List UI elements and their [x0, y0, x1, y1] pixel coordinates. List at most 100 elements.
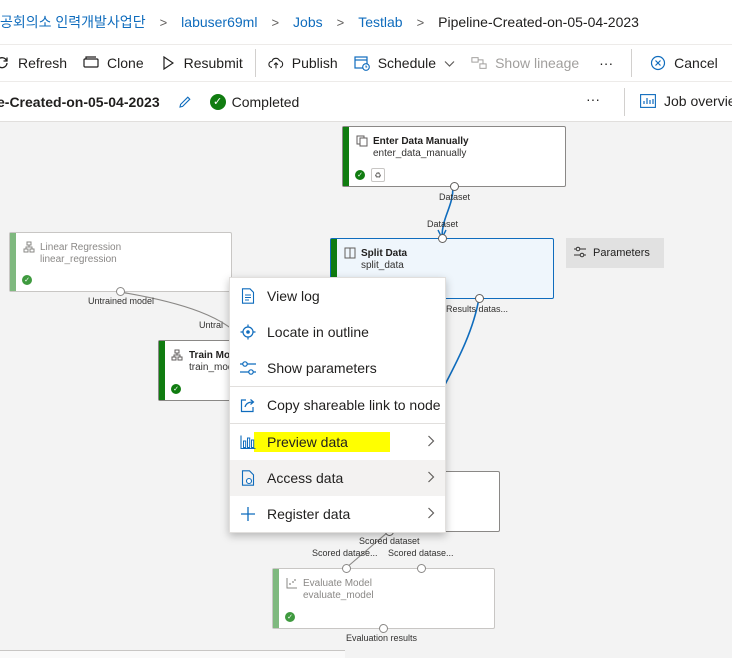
input-port[interactable] — [342, 564, 351, 573]
port-label-untrained-in: Untrai — [199, 320, 224, 330]
menu-item-view-log[interactable]: View log — [230, 278, 445, 314]
clone-button[interactable]: Clone — [75, 45, 152, 81]
menu-item-show-parameters[interactable]: Show parameters — [230, 350, 445, 386]
node-title: Split Data — [361, 248, 408, 259]
toolbar-divider — [254, 49, 256, 77]
split-icon — [344, 247, 356, 259]
node-context-menu: View log Locate in outline Show paramete… — [229, 277, 446, 533]
breadcrumb-separator: > — [159, 14, 168, 30]
more-commands-button[interactable]: ··· — [587, 45, 627, 81]
output-port[interactable] — [379, 624, 388, 633]
menu-item-register-data[interactable]: Register data — [230, 496, 445, 532]
breadcrumb-user[interactable]: labuser69ml — [181, 14, 257, 30]
cancel-circle-icon — [650, 55, 666, 71]
resubmit-label: Resubmit — [183, 55, 243, 71]
node-status-bar — [10, 233, 16, 291]
menu-item-label: Preview data — [267, 434, 348, 450]
parameters-button[interactable]: Parameters — [566, 238, 664, 268]
overview-chart-icon — [640, 94, 656, 108]
node-status-bar — [343, 127, 349, 186]
pipeline-canvas[interactable]: Enter Data Manually enter_data_manually … — [0, 122, 732, 658]
show-lineage-label: Show lineage — [495, 55, 580, 71]
share-link-icon — [239, 396, 257, 414]
parameters-label: Parameters — [593, 247, 650, 259]
output-port[interactable] — [475, 294, 484, 303]
train-model-icon — [171, 349, 183, 361]
output-port[interactable] — [450, 182, 459, 191]
access-data-icon — [239, 469, 257, 487]
bar-chart-icon — [239, 433, 257, 451]
clone-icon — [83, 55, 99, 71]
menu-item-label: Access data — [267, 470, 344, 486]
node-title: Enter Data Manually — [373, 136, 469, 147]
breadcrumb: 공회의소 인력개발사업단 > labuser69ml > Jobs > Test… — [0, 0, 732, 44]
refresh-button[interactable]: Refresh — [0, 45, 75, 81]
breadcrumb-jobs[interactable]: Jobs — [293, 14, 323, 30]
node-linear-regression[interactable]: Linear Regression linear_regression ✓ — [9, 232, 232, 296]
data-entry-icon — [356, 135, 368, 147]
menu-item-locate-in-outline[interactable]: Locate in outline — [230, 314, 445, 350]
model-tree-icon — [23, 241, 35, 253]
cancel-button[interactable]: Cancel — [636, 45, 726, 81]
success-check-icon: ✓ — [209, 93, 226, 110]
toolbar-divider — [631, 49, 633, 77]
header-divider — [624, 88, 625, 116]
status-text: Completed — [231, 93, 300, 110]
sliders-icon — [573, 246, 587, 261]
job-overview-label: Job overview — [664, 93, 732, 109]
job-name: e-Created-on-05-04-2023 — [0, 93, 160, 110]
port-label-untrained-model: Untrained model — [88, 296, 155, 306]
breadcrumb-separator: > — [271, 14, 280, 30]
document-icon — [239, 287, 257, 305]
chevron-right-icon — [427, 507, 435, 522]
node-enter-data-manually[interactable]: Enter Data Manually enter_data_manually … — [342, 126, 566, 191]
sliders-icon — [239, 359, 257, 377]
cloud-upload-icon — [268, 55, 284, 71]
port-label-scored-dataset-in-1: Scored datase... — [312, 548, 378, 558]
node-subtitle: enter_data_manually — [373, 148, 467, 159]
breadcrumb-experiment[interactable]: Testlab — [358, 14, 402, 30]
breadcrumb-workspace[interactable]: 공회의소 인력개발사업단 — [0, 12, 146, 32]
schedule-button[interactable]: Schedule — [346, 45, 463, 81]
breadcrumb-separator: > — [336, 14, 345, 30]
header-more-button[interactable]: ··· — [586, 91, 600, 107]
input-port[interactable] — [438, 234, 447, 243]
success-check-icon: ✓ — [285, 612, 295, 622]
port-label-evaluation-results: Evaluation results — [346, 633, 418, 643]
evaluate-scatter-icon — [286, 577, 298, 589]
edit-name-icon[interactable] — [178, 95, 192, 109]
port-label-scored-dataset: Scored dataset — [359, 536, 420, 546]
port-label-results-dataset: Results datas... — [446, 304, 509, 314]
node-subtitle: evaluate_model — [303, 590, 374, 601]
node-subtitle: train_mod — [189, 362, 234, 373]
show-lineage-button[interactable]: Show lineage — [463, 45, 587, 81]
node-status-bar — [159, 341, 165, 400]
more-icon: ··· — [599, 55, 614, 71]
menu-item-copy-link[interactable]: Copy shareable link to node — [230, 387, 445, 423]
input-port[interactable] — [417, 564, 426, 573]
lineage-icon — [471, 55, 487, 71]
success-check-icon: ✓ — [171, 384, 181, 394]
menu-item-label: Copy shareable link to node — [267, 397, 441, 413]
node-title: Linear Regression — [40, 242, 122, 253]
refresh-label: Refresh — [18, 55, 68, 71]
output-port[interactable] — [116, 287, 125, 296]
job-overview-button[interactable]: Job overview — [640, 93, 732, 109]
resubmit-button[interactable]: Resubmit — [152, 45, 251, 81]
status-badge: ✓ Completed — [209, 93, 300, 110]
menu-item-preview-data[interactable]: Preview data — [230, 424, 445, 460]
reuse-icon: ♻ — [371, 168, 385, 182]
breadcrumb-current: Pipeline-Created-on-05-04-2023 — [438, 14, 639, 30]
canvas-horizontal-scrollbar[interactable] — [0, 650, 345, 658]
node-evaluate-model[interactable]: Evaluate Model evaluate_model ✓ — [272, 564, 495, 633]
port-label-dataset-in: Dataset — [427, 219, 459, 229]
success-check-icon: ✓ — [355, 170, 365, 180]
node-status-bar — [273, 569, 279, 628]
port-label-scored-dataset-in-2: Scored datase... — [388, 548, 454, 558]
chevron-down-icon — [444, 55, 455, 71]
menu-item-access-data[interactable]: Access data — [230, 460, 445, 496]
node-subtitle: split_data — [361, 260, 404, 271]
job-header: e-Created-on-05-04-2023 ✓ Completed ··· … — [0, 82, 732, 122]
publish-button[interactable]: Publish — [260, 45, 346, 81]
port-label-dataset-out: Dataset — [439, 192, 471, 202]
